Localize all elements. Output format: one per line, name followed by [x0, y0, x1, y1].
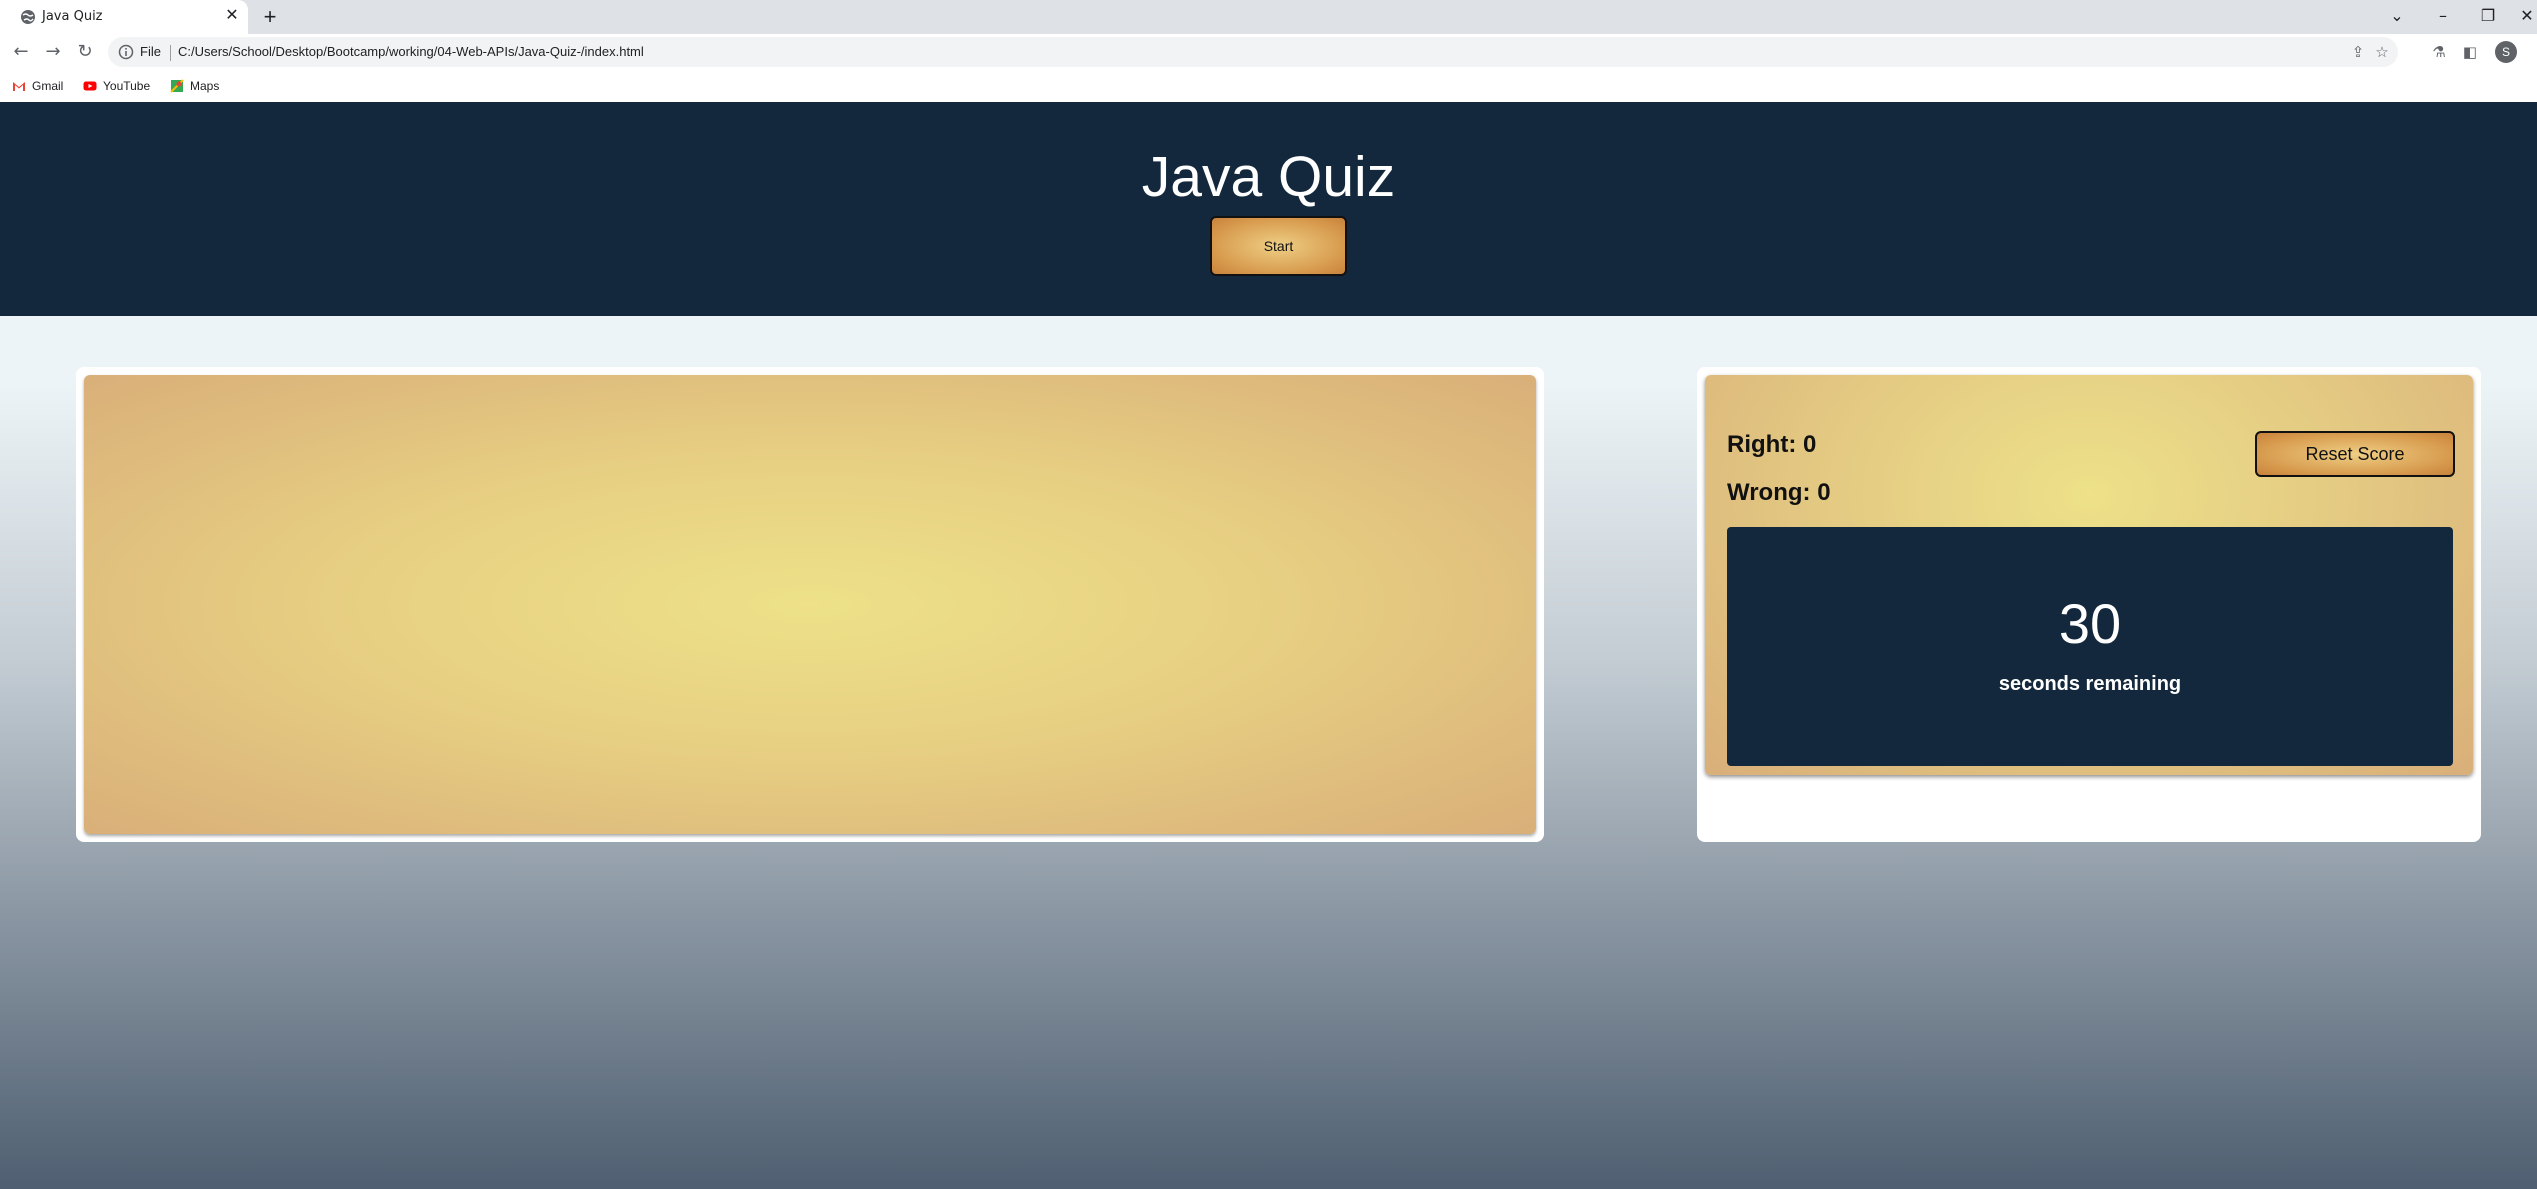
- globe-icon: [21, 10, 35, 24]
- side-panel-icon[interactable]: ◧: [2459, 41, 2481, 63]
- close-tab-icon[interactable]: ✕: [222, 6, 242, 26]
- gmail-icon: [13, 82, 25, 91]
- question-card: [84, 375, 1536, 834]
- forward-icon[interactable]: →: [40, 39, 66, 65]
- profile-avatar[interactable]: S: [2495, 41, 2517, 63]
- labs-flask-icon[interactable]: ⚗: [2428, 41, 2450, 63]
- question-panel: [76, 367, 1544, 842]
- minimize-icon[interactable]: –: [2428, 3, 2458, 29]
- page-body: Java Quiz Start Right: 0 Wrong: 0 Reset …: [0, 102, 2537, 1189]
- reload-icon[interactable]: ↻: [72, 39, 98, 65]
- right-count: Right: 0: [1727, 431, 1817, 458]
- bookmark-youtube[interactable]: YouTube: [83, 76, 150, 96]
- bookmarks-bar: Gmail YouTube Maps: [0, 70, 2537, 102]
- tab-title: Java Quiz: [42, 9, 103, 24]
- quiz-header: Java Quiz Start: [0, 102, 2537, 316]
- page-title: Java Quiz: [1141, 145, 1396, 209]
- bookmark-maps[interactable]: Maps: [170, 76, 219, 96]
- youtube-icon: [83, 81, 97, 91]
- url-text[interactable]: C:/Users/School/Desktop/Bootcamp/working…: [178, 44, 644, 59]
- browser-tab-bar: Java Quiz ✕ + ⌄ – ❐ ✕: [0, 0, 2537, 34]
- bookmark-label: Maps: [190, 79, 220, 93]
- timer-box: 30 seconds remaining: [1727, 527, 2453, 766]
- wrong-count: Wrong: 0: [1727, 479, 1831, 506]
- reset-score-button[interactable]: Reset Score: [2255, 431, 2455, 477]
- scheme-label: File: [140, 44, 161, 59]
- close-window-icon[interactable]: ✕: [2512, 3, 2537, 29]
- maps-icon: [170, 79, 184, 93]
- start-button[interactable]: Start: [1210, 216, 1347, 276]
- score-panel: Right: 0 Wrong: 0 Reset Score 30 seconds…: [1697, 367, 2481, 842]
- info-icon[interactable]: [118, 44, 134, 60]
- bookmark-label: YouTube: [103, 79, 151, 93]
- timer-value: 30: [2058, 592, 2122, 655]
- score-card: Right: 0 Wrong: 0 Reset Score 30 seconds…: [1705, 375, 2473, 775]
- omnibox-divider: [170, 45, 171, 61]
- tab-search-icon[interactable]: ⌄: [2382, 3, 2412, 29]
- bookmark-gmail[interactable]: Gmail: [12, 76, 63, 96]
- restore-icon[interactable]: ❐: [2473, 3, 2503, 29]
- address-bar[interactable]: File C:/Users/School/Desktop/Bootcamp/wo…: [108, 37, 2398, 67]
- browser-toolbar: ← → ↻ File C:/Users/School/Desktop/Bootc…: [0, 34, 2537, 70]
- browser-tab[interactable]: Java Quiz ✕: [0, 0, 248, 34]
- bookmark-star-icon[interactable]: ☆: [2372, 42, 2392, 62]
- timer-caption: seconds remaining: [1998, 673, 2182, 695]
- back-icon[interactable]: ←: [8, 39, 34, 65]
- share-icon[interactable]: ⇪: [2348, 42, 2368, 62]
- new-tab-icon[interactable]: +: [258, 5, 282, 29]
- bookmark-label: Gmail: [32, 79, 64, 93]
